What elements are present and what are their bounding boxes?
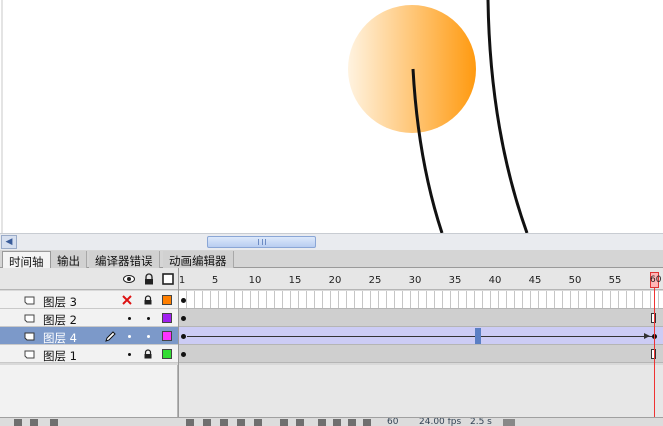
frame-row-layer-1[interactable] (179, 345, 663, 363)
tween-arrow-icon (644, 333, 650, 339)
delete-layer-icon[interactable] (50, 419, 58, 426)
keyframe[interactable] (181, 298, 186, 303)
ruler-label: 40 (488, 275, 502, 286)
status-fps: 24.00 fps (419, 417, 462, 426)
unlocked-dot[interactable] (147, 335, 150, 338)
sun-circle[interactable] (348, 5, 476, 133)
panel-tabs: 时间轴 输出 编译器错误 动画编辑器 (0, 250, 663, 269)
ruler-label: 25 (368, 275, 382, 286)
prev-frame-icon[interactable] (203, 419, 211, 426)
tab-motion-editor[interactable]: 动画编辑器 (163, 251, 234, 268)
ruler-label: 50 (568, 275, 582, 286)
tab-timeline[interactable]: 时间轴 (2, 251, 51, 269)
last-frame-icon[interactable] (254, 419, 262, 426)
layer-icon (24, 332, 35, 341)
layer-name: 图层 3 (43, 295, 77, 309)
lock-icon[interactable] (143, 295, 153, 305)
playhead[interactable]: 60 (650, 272, 662, 288)
scroll-left-icon[interactable] (503, 419, 515, 426)
outline-icon[interactable] (162, 273, 174, 285)
layer-list-empty (0, 365, 178, 417)
status-frame: 60 (387, 417, 399, 426)
modify-markers-icon[interactable] (363, 419, 371, 426)
layer-color-swatch[interactable] (162, 331, 172, 341)
onion-outline-icon[interactable] (333, 419, 341, 426)
edit-multiple-icon[interactable] (348, 419, 356, 426)
layer-color-swatch[interactable] (162, 313, 172, 323)
stick-stroke-long[interactable] (486, 0, 529, 233)
frame-row-layer-4[interactable] (179, 327, 663, 345)
visible-dot[interactable] (128, 317, 131, 320)
loop-icon[interactable] (280, 419, 288, 426)
layer-name: 图层 4 (43, 331, 77, 345)
ruler-label: 35 (448, 275, 462, 286)
playhead-frame: 60 (650, 275, 662, 285)
visible-dot[interactable] (128, 335, 131, 338)
stage[interactable] (0, 0, 663, 233)
layer-icon (24, 350, 35, 359)
playhead-line (654, 288, 655, 426)
scroll-thumb[interactable] (207, 236, 316, 248)
ruler-label: 30 (408, 275, 422, 286)
keyframe[interactable] (181, 334, 186, 339)
layer-color-swatch[interactable] (162, 295, 172, 305)
hidden-x-icon[interactable] (121, 294, 133, 306)
layer-row-2[interactable]: 图层 2 (0, 309, 178, 327)
frame-area-empty (179, 365, 663, 417)
layer-name: 图层 2 (43, 313, 77, 327)
next-frame-icon[interactable] (237, 419, 245, 426)
grip-icon (258, 239, 266, 245)
first-frame-icon[interactable] (186, 419, 194, 426)
scroll-left-icon[interactable]: ◀ (1, 235, 17, 249)
ruler-label: 55 (608, 275, 622, 286)
horizontal-scrollbar[interactable]: ◀ (0, 233, 663, 250)
frame-grid[interactable] (179, 291, 663, 366)
keyframe[interactable] (181, 316, 186, 321)
keyframe[interactable] (181, 352, 186, 357)
ruler-label: 10 (248, 275, 262, 286)
ruler-label: 15 (288, 275, 302, 286)
tween-line (187, 336, 653, 337)
timeline-header: 1 5 10 15 20 25 30 35 40 45 50 55 (0, 268, 663, 290)
lock-icon[interactable] (143, 349, 153, 359)
layer-name: 图层 1 (43, 349, 77, 363)
layer-icon (24, 314, 35, 323)
stage-canvas (1, 0, 529, 233)
status-time: 2.5 s (470, 417, 492, 426)
new-layer-icon[interactable] (14, 419, 22, 426)
center-frame-icon[interactable] (296, 419, 304, 426)
ruler-label: 45 (528, 275, 542, 286)
pencil-icon (105, 331, 116, 342)
selected-frame[interactable] (475, 328, 481, 344)
layer-icon (24, 296, 35, 305)
ruler-label: 20 (328, 275, 342, 286)
layer-row-1[interactable]: 图层 1 (0, 345, 178, 363)
frame-row-layer-2[interactable] (179, 309, 663, 327)
layer-row-4[interactable]: 图层 4 (0, 327, 178, 345)
layer-color-swatch[interactable] (162, 349, 172, 359)
timeline-statusbar: 60 24.00 fps 2.5 s (0, 417, 663, 426)
eye-icon[interactable] (123, 273, 135, 285)
play-icon[interactable] (220, 419, 228, 426)
new-folder-icon[interactable] (30, 419, 38, 426)
unlocked-dot[interactable] (147, 317, 150, 320)
ruler-label: 5 (211, 275, 219, 286)
visible-dot[interactable] (128, 353, 131, 356)
ruler-label: 1 (178, 275, 186, 286)
tab-compiler-errors[interactable]: 编译器错误 (89, 251, 160, 268)
frame-row-layer-3[interactable] (179, 291, 663, 309)
tab-output[interactable]: 输出 (51, 251, 87, 268)
lock-icon[interactable] (143, 273, 155, 285)
onion-skin-icon[interactable] (318, 419, 326, 426)
layer-row-3[interactable]: 图层 3 (0, 291, 178, 309)
